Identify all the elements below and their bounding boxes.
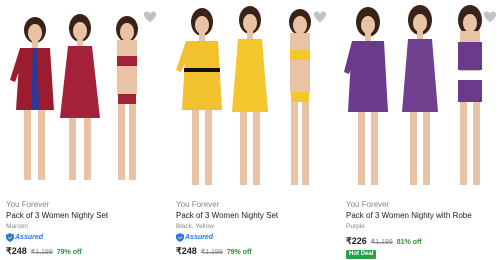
product-brand: You Forever xyxy=(6,200,50,209)
product-color: Maroon xyxy=(6,223,29,230)
product-card[interactable]: You Forever Pack of 3 Women Nighty with … xyxy=(340,0,500,260)
product-photo xyxy=(0,0,166,195)
product-photo xyxy=(170,0,336,195)
selling-price: ₹248 xyxy=(6,246,27,256)
original-price: ₹1,199 xyxy=(370,239,393,246)
hot-deal-badge: Hot Deal xyxy=(346,250,377,259)
product-color: Purple xyxy=(346,223,365,230)
price-row: ₹248 ₹1,199 79% off xyxy=(176,246,252,257)
product-card[interactable]: You Forever Pack of 3 Women Nighty Set M… xyxy=(0,0,166,260)
wishlist-heart-icon[interactable] xyxy=(312,9,328,25)
shield-icon xyxy=(6,232,14,242)
product-title[interactable]: Pack of 3 Women Nighty with Robe xyxy=(346,211,472,220)
assured-label: Assured xyxy=(185,233,214,241)
original-price: ₹1,199 xyxy=(30,249,53,256)
shield-icon xyxy=(176,232,184,242)
discount-percent: 79% off xyxy=(226,249,252,256)
product-card[interactable]: You Forever Pack of 3 Women Nighty Set B… xyxy=(170,0,336,260)
price-row: ₹226 ₹1,199 81% off xyxy=(346,236,422,247)
product-photo xyxy=(340,0,500,195)
price-row: ₹248 ₹1,199 79% off xyxy=(6,246,82,257)
product-color: Black, Yellow xyxy=(176,223,214,230)
product-image[interactable] xyxy=(340,0,500,195)
product-brand: You Forever xyxy=(176,200,220,209)
product-title[interactable]: Pack of 3 Women Nighty Set xyxy=(176,211,278,220)
product-title[interactable]: Pack of 3 Women Nighty Set xyxy=(6,211,108,220)
product-grid: You Forever Pack of 3 Women Nighty Set M… xyxy=(0,0,500,260)
selling-price: ₹248 xyxy=(176,246,197,256)
wishlist-heart-icon[interactable] xyxy=(142,9,158,25)
product-image[interactable] xyxy=(0,0,166,195)
original-price: ₹1,199 xyxy=(200,249,223,256)
assured-badge: Assured xyxy=(6,232,43,242)
discount-percent: 81% off xyxy=(396,239,422,246)
assured-badge: Assured xyxy=(176,232,213,242)
product-brand: You Forever xyxy=(346,200,390,209)
discount-percent: 79% off xyxy=(56,249,82,256)
assured-label: Assured xyxy=(15,233,44,241)
selling-price: ₹226 xyxy=(346,236,367,246)
wishlist-heart-icon[interactable] xyxy=(482,9,498,25)
product-image[interactable] xyxy=(170,0,336,195)
